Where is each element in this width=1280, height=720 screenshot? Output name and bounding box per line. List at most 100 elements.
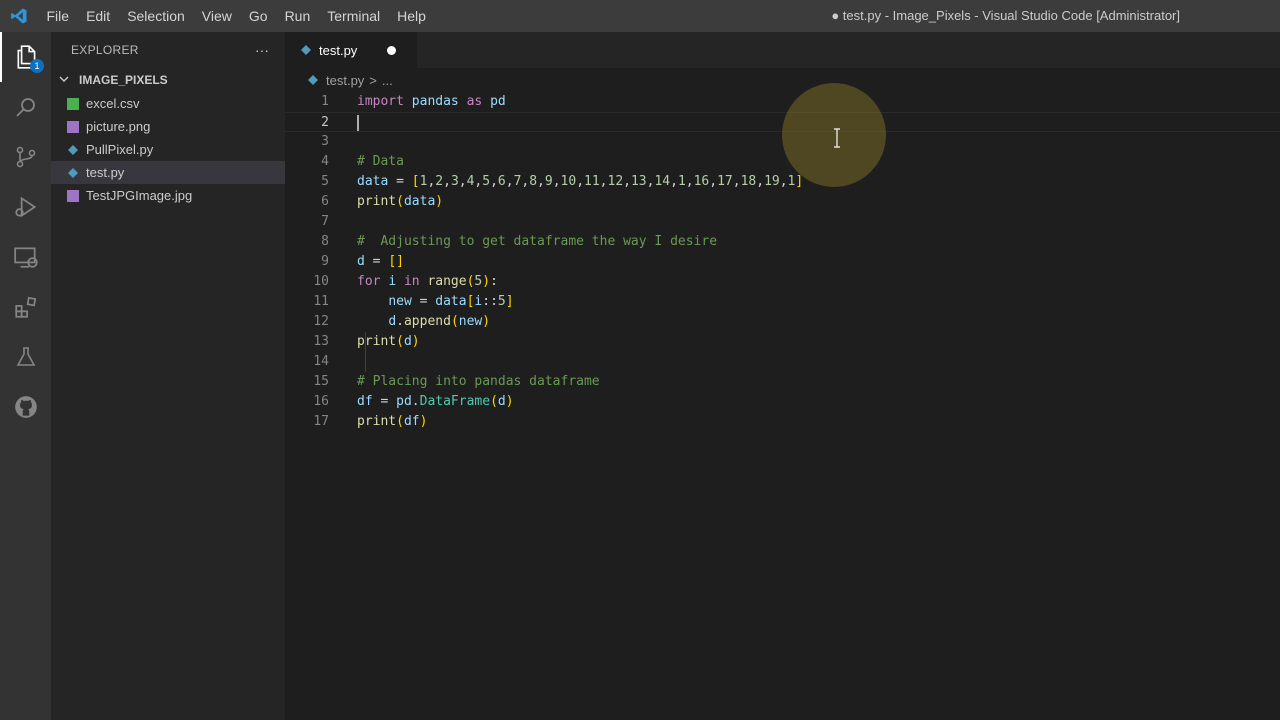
line-text: print(d) xyxy=(357,334,420,349)
line-text: # Adjusting to get dataframe the way I d… xyxy=(357,234,718,249)
line-number: 15 xyxy=(313,374,329,389)
line-number: 6 xyxy=(321,194,329,209)
testing-icon[interactable] xyxy=(0,332,51,382)
code-line[interactable]: 13 print(d) xyxy=(285,332,1280,352)
menu-run[interactable]: Run xyxy=(276,0,319,32)
file-excel-csv[interactable]: excel.csv xyxy=(51,92,285,115)
line-text: new = data[i::5] xyxy=(388,294,514,309)
python-file-icon xyxy=(307,74,319,86)
tab-label: test.py xyxy=(319,42,358,58)
line-text: d.append(new) xyxy=(388,314,491,329)
line-text: data = [1,2,3,4,5,6,7,8,9,10,11,12,13,14… xyxy=(357,174,804,189)
menu-edit[interactable]: Edit xyxy=(78,0,119,32)
editor-tabs: test.py xyxy=(285,32,1280,68)
file-label: excel.csv xyxy=(86,96,140,111)
text-cursor-ibeam-icon xyxy=(832,128,842,148)
line-number: 3 xyxy=(321,134,329,149)
code-line[interactable]: 14 xyxy=(285,352,1280,372)
breadcrumb: test.py > ... xyxy=(285,68,1280,92)
line-text: # Data xyxy=(357,154,404,169)
search-icon[interactable] xyxy=(0,82,51,132)
code-line[interactable]: 15 # Placing into pandas dataframe xyxy=(285,372,1280,392)
file-label: test.py xyxy=(86,165,125,180)
editor-area: test.py test.py > ... 1 import pandas as … xyxy=(285,32,1280,720)
line-text: df = pd.DataFrame(d) xyxy=(357,394,514,409)
explorer-icon[interactable]: 1 xyxy=(0,32,51,82)
vscode-logo-icon xyxy=(0,0,38,32)
line-text: # Placing into pandas dataframe xyxy=(357,374,600,389)
workspace-folder[interactable]: IMAGE_PIXELS xyxy=(51,68,285,92)
folder-label: IMAGE_PIXELS xyxy=(79,73,168,87)
line-number: 16 xyxy=(313,394,329,409)
explorer-badge: 1 xyxy=(30,59,44,73)
breadcrumb-separator: > xyxy=(369,72,377,88)
code-line[interactable]: 7 xyxy=(285,212,1280,232)
menu-terminal[interactable]: Terminal xyxy=(319,0,389,32)
chevron-down-icon xyxy=(59,73,71,87)
explorer-sidebar: EXPLORER ··· IMAGE_PIXELS excel.csv pict… xyxy=(51,32,285,720)
activity-bar: 1 xyxy=(0,32,51,720)
code-line[interactable]: 11 new = data[i::5] xyxy=(285,292,1280,312)
line-number: 17 xyxy=(313,414,329,429)
text-cursor xyxy=(357,115,359,131)
explorer-header: EXPLORER xyxy=(71,43,139,57)
menu-file[interactable]: File xyxy=(38,0,78,32)
python-file-icon xyxy=(300,44,312,56)
menu-bar: File Edit Selection View Go Run Terminal… xyxy=(38,0,434,32)
line-number: 7 xyxy=(321,214,329,229)
run-debug-icon[interactable] xyxy=(0,182,51,232)
line-text: d = [] xyxy=(357,254,404,269)
menu-view[interactable]: View xyxy=(193,0,240,32)
code-line[interactable]: 6 print(data) xyxy=(285,192,1280,212)
line-number: 1 xyxy=(321,94,329,109)
tab-test-py[interactable]: test.py xyxy=(285,32,417,68)
line-text: import pandas as pd xyxy=(357,94,506,109)
remote-explorer-icon[interactable] xyxy=(0,232,51,282)
python-file-icon xyxy=(67,144,79,156)
line-number: 5 xyxy=(321,174,329,189)
line-text: for i in range(5): xyxy=(357,274,498,289)
file-picture-png[interactable]: picture.png xyxy=(51,115,285,138)
python-file-icon xyxy=(67,167,79,179)
code-line[interactable]: 10 for i in range(5): xyxy=(285,272,1280,292)
image-file-icon xyxy=(67,120,79,133)
source-control-icon[interactable] xyxy=(0,132,51,182)
menu-go[interactable]: Go xyxy=(240,0,276,32)
line-number: 9 xyxy=(321,254,329,269)
indent-guide xyxy=(365,332,366,372)
code-line[interactable]: 16 df = pd.DataFrame(d) xyxy=(285,392,1280,412)
file-label: PullPixel.py xyxy=(86,142,154,157)
extensions-icon[interactable] xyxy=(0,282,51,332)
menu-help[interactable]: Help xyxy=(389,0,435,32)
csv-file-icon xyxy=(67,97,79,110)
line-number: 4 xyxy=(321,154,329,169)
code-line[interactable]: 8 # Adjusting to get dataframe the way I … xyxy=(285,232,1280,252)
code-line[interactable]: 17 print(df) xyxy=(285,412,1280,432)
breadcrumb-more[interactable]: ... xyxy=(382,73,393,88)
title-bar: File Edit Selection View Go Run Terminal… xyxy=(0,0,1280,32)
code-line[interactable]: 4 # Data xyxy=(285,152,1280,172)
code-line[interactable]: 5 data = [1,2,3,4,5,6,7,8,9,10,11,12,13,1… xyxy=(285,172,1280,192)
line-number: 10 xyxy=(313,274,329,289)
menu-selection[interactable]: Selection xyxy=(119,0,194,32)
file-pullpixel-py[interactable]: PullPixel.py xyxy=(51,138,285,161)
code-line[interactable]: 9 d = [] xyxy=(285,252,1280,272)
unsaved-dot-icon[interactable] xyxy=(387,46,396,55)
line-number: 13 xyxy=(313,334,329,349)
code-line[interactable]: 1 import pandas as pd xyxy=(285,92,1280,112)
line-text: print(df) xyxy=(357,414,428,429)
more-actions-icon[interactable]: ··· xyxy=(255,42,269,58)
file-label: TestJPGImage.jpg xyxy=(86,188,193,203)
github-icon[interactable] xyxy=(0,382,51,432)
code-line[interactable]: 12 d.append(new) xyxy=(285,312,1280,332)
line-number: 8 xyxy=(321,234,329,249)
line-number: 11 xyxy=(313,294,329,309)
breadcrumb-file[interactable]: test.py xyxy=(326,73,364,88)
window-title: ● test.py - Image_Pixels - Visual Studio… xyxy=(831,8,1180,23)
line-number: 14 xyxy=(313,354,329,369)
line-number: 2 xyxy=(321,115,329,130)
line-text: print(data) xyxy=(357,194,444,209)
image-file-icon xyxy=(67,189,79,202)
file-testjpgimage-jpg[interactable]: TestJPGImage.jpg xyxy=(51,184,285,207)
file-test-py[interactable]: test.py xyxy=(51,161,285,184)
